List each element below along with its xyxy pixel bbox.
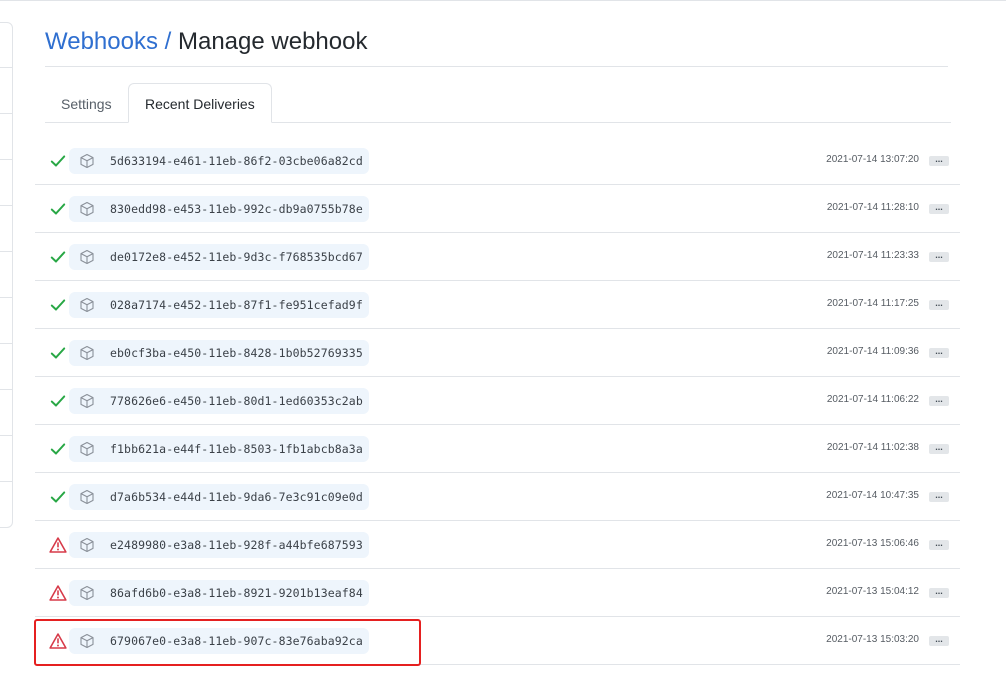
- package-icon: [79, 153, 95, 169]
- alert-icon: [49, 632, 67, 650]
- delivery-guid-button[interactable]: 028a7174-e452-11eb-87f1-fe951cefad9f: [69, 292, 369, 318]
- delivery-guid: f1bb621a-e44f-11eb-8503-1fb1abcb8a3a: [110, 442, 363, 456]
- delivery-guid-button[interactable]: 679067e0-e3a8-11eb-907c-83e76aba92ca: [69, 628, 369, 654]
- tab-bar: Settings Recent Deliveries: [45, 83, 951, 123]
- check-icon: [49, 200, 67, 218]
- delivery-timestamp: 2021-07-14 10:47:35: [826, 490, 919, 501]
- breadcrumb-webhooks-link[interactable]: Webhooks: [45, 28, 158, 55]
- package-icon: [79, 585, 95, 601]
- check-icon: [49, 440, 67, 458]
- package-icon: [79, 393, 95, 409]
- package-icon: [79, 441, 95, 457]
- sidebar-divider: [0, 67, 12, 68]
- delivery-guid-button[interactable]: 830edd98-e453-11eb-992c-db9a0755b78e: [69, 196, 369, 222]
- more-details-button[interactable]: ...: [929, 203, 949, 214]
- sidebar-divider: [0, 297, 12, 298]
- package-icon: [79, 201, 95, 217]
- sidebar-divider: [0, 435, 12, 436]
- delivery-guid: 679067e0-e3a8-11eb-907c-83e76aba92ca: [110, 634, 363, 648]
- delivery-timestamp: 2021-07-14 11:28:10: [826, 202, 919, 213]
- more-details-button[interactable]: ...: [929, 587, 949, 598]
- delivery-row[interactable]: d7a6b534-e44d-11eb-9da6-7e3c91c09e0d 2021…: [35, 473, 960, 521]
- delivery-guid-button[interactable]: eb0cf3ba-e450-11eb-8428-1b0b52769335: [69, 340, 369, 366]
- sidebar-divider: [0, 113, 12, 114]
- delivery-row[interactable]: 028a7174-e452-11eb-87f1-fe951cefad9f 2021…: [35, 281, 960, 329]
- deliveries-list: 5d633194-e461-11eb-86f2-03cbe06a82cd 2021…: [35, 137, 960, 665]
- delivery-guid: d7a6b534-e44d-11eb-9da6-7e3c91c09e0d: [110, 490, 363, 504]
- breadcrumb-separator: /: [164, 28, 172, 55]
- title-divider: [45, 66, 948, 67]
- more-details-button[interactable]: ...: [929, 155, 949, 166]
- package-icon: [79, 345, 95, 361]
- delivery-row[interactable]: f1bb621a-e44f-11eb-8503-1fb1abcb8a3a 2021…: [35, 425, 960, 473]
- more-details-button[interactable]: ...: [929, 635, 949, 646]
- page-title: Webhooks / Manage webhook: [45, 26, 367, 58]
- alert-icon: [49, 584, 67, 602]
- delivery-row[interactable]: eb0cf3ba-e450-11eb-8428-1b0b52769335 2021…: [35, 329, 960, 377]
- tab-recent-deliveries[interactable]: Recent Deliveries: [128, 83, 272, 123]
- package-icon: [79, 297, 95, 313]
- delivery-timestamp: 2021-07-13 15:04:12: [826, 586, 919, 597]
- delivery-guid: 778626e6-e450-11eb-80d1-1ed60353c2ab: [110, 394, 363, 408]
- delivery-timestamp: 2021-07-13 15:03:20: [826, 634, 919, 645]
- more-details-button[interactable]: ...: [929, 443, 949, 454]
- delivery-row[interactable]: 5d633194-e461-11eb-86f2-03cbe06a82cd 2021…: [35, 137, 960, 185]
- delivery-row[interactable]: 778626e6-e450-11eb-80d1-1ed60353c2ab 2021…: [35, 377, 960, 425]
- package-icon: [79, 633, 95, 649]
- delivery-guid-button[interactable]: de0172e8-e452-11eb-9d3c-f768535bcd67: [69, 244, 369, 270]
- delivery-timestamp: 2021-07-14 11:06:22: [826, 394, 919, 405]
- sidebar-divider: [0, 481, 12, 482]
- more-details-button[interactable]: ...: [929, 299, 949, 310]
- more-details-button[interactable]: ...: [929, 395, 949, 406]
- sidebar-divider: [0, 205, 12, 206]
- delivery-timestamp: 2021-07-14 13:07:20: [826, 154, 919, 165]
- package-icon: [79, 537, 95, 553]
- breadcrumb-current: Manage webhook: [177, 28, 368, 55]
- delivery-timestamp: 2021-07-14 11:17:25: [826, 298, 919, 309]
- more-details-button[interactable]: ...: [929, 347, 949, 358]
- delivery-guid: de0172e8-e452-11eb-9d3c-f768535bcd67: [110, 250, 363, 264]
- tab-settings[interactable]: Settings: [61, 83, 112, 123]
- sidebar-panel-edge: [0, 22, 13, 528]
- top-border: [0, 0, 1006, 1]
- more-details-button[interactable]: ...: [929, 491, 949, 502]
- delivery-timestamp: 2021-07-14 11:23:33: [826, 250, 919, 261]
- sidebar-divider: [0, 251, 12, 252]
- delivery-timestamp: 2021-07-14 11:09:36: [826, 346, 919, 357]
- check-icon: [49, 488, 67, 506]
- check-icon: [49, 392, 67, 410]
- check-icon: [49, 344, 67, 362]
- delivery-timestamp: 2021-07-13 15:06:46: [826, 538, 919, 549]
- delivery-guid: eb0cf3ba-e450-11eb-8428-1b0b52769335: [110, 346, 363, 360]
- delivery-guid: 028a7174-e452-11eb-87f1-fe951cefad9f: [110, 298, 363, 312]
- check-icon: [49, 152, 67, 170]
- more-details-button[interactable]: ...: [929, 251, 949, 262]
- alert-icon: [49, 536, 67, 554]
- delivery-guid-button[interactable]: d7a6b534-e44d-11eb-9da6-7e3c91c09e0d: [69, 484, 369, 510]
- delivery-row[interactable]: 830edd98-e453-11eb-992c-db9a0755b78e 2021…: [35, 185, 960, 233]
- delivery-guid-button[interactable]: 778626e6-e450-11eb-80d1-1ed60353c2ab: [69, 388, 369, 414]
- delivery-guid-button[interactable]: 86afd6b0-e3a8-11eb-8921-9201b13eaf84: [69, 580, 369, 606]
- delivery-guid: 830edd98-e453-11eb-992c-db9a0755b78e: [110, 202, 363, 216]
- delivery-guid-button[interactable]: f1bb621a-e44f-11eb-8503-1fb1abcb8a3a: [69, 436, 369, 462]
- package-icon: [79, 249, 95, 265]
- check-icon: [49, 296, 67, 314]
- delivery-guid: 5d633194-e461-11eb-86f2-03cbe06a82cd: [110, 154, 363, 168]
- delivery-guid: e2489980-e3a8-11eb-928f-a44bfe687593: [110, 538, 363, 552]
- package-icon: [79, 489, 95, 505]
- check-icon: [49, 248, 67, 266]
- delivery-timestamp: 2021-07-14 11:02:38: [826, 442, 919, 453]
- sidebar-divider: [0, 389, 12, 390]
- delivery-guid-button[interactable]: e2489980-e3a8-11eb-928f-a44bfe687593: [69, 532, 369, 558]
- delivery-guid-button[interactable]: 5d633194-e461-11eb-86f2-03cbe06a82cd: [69, 148, 369, 174]
- delivery-row[interactable]: 86afd6b0-e3a8-11eb-8921-9201b13eaf84 2021…: [35, 569, 960, 617]
- delivery-row[interactable]: e2489980-e3a8-11eb-928f-a44bfe687593 2021…: [35, 521, 960, 569]
- delivery-row[interactable]: 679067e0-e3a8-11eb-907c-83e76aba92ca 2021…: [35, 617, 960, 665]
- delivery-guid: 86afd6b0-e3a8-11eb-8921-9201b13eaf84: [110, 586, 363, 600]
- sidebar-divider: [0, 159, 12, 160]
- delivery-row[interactable]: de0172e8-e452-11eb-9d3c-f768535bcd67 2021…: [35, 233, 960, 281]
- sidebar-divider: [0, 343, 12, 344]
- more-details-button[interactable]: ...: [929, 539, 949, 550]
